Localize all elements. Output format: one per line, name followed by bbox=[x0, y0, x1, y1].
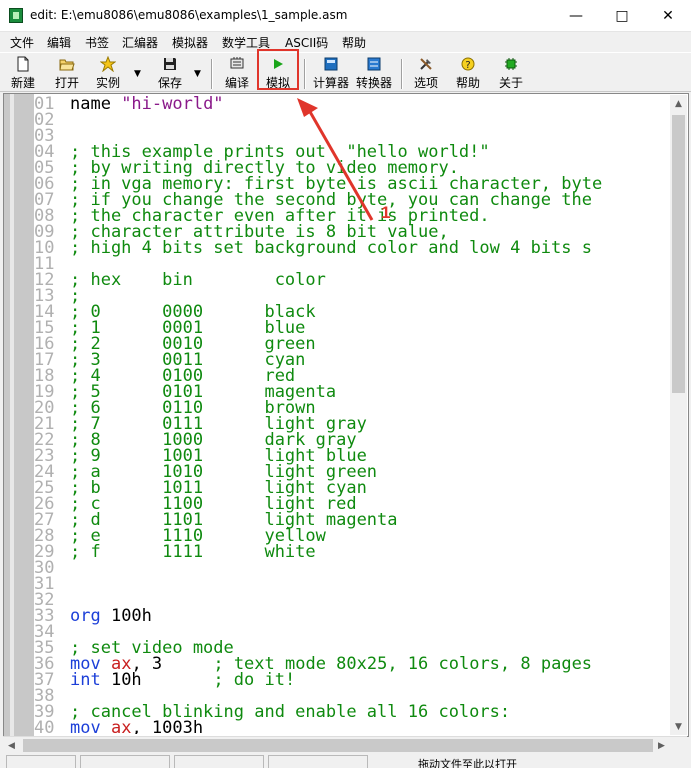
horizontal-scrollbar[interactable]: ◀ ▶ bbox=[3, 736, 687, 753]
code-token: ; high 4 bits set background color and l… bbox=[70, 238, 592, 258]
save-button[interactable]: 保存 bbox=[155, 55, 185, 91]
new-file-icon bbox=[17, 56, 29, 72]
status-cell bbox=[6, 755, 76, 768]
line-number: 40 bbox=[34, 718, 55, 735]
minimize-button[interactable]: — bbox=[553, 0, 599, 32]
compile-label: 编译 bbox=[224, 76, 249, 90]
emulate-highlight-box bbox=[257, 49, 299, 90]
status-cell bbox=[174, 755, 264, 768]
menu-assembler[interactable]: 汇编器 bbox=[122, 34, 158, 51]
options-label: 选项 bbox=[413, 76, 438, 90]
code-line[interactable]: 40 mov ax, 1003h bbox=[34, 718, 672, 735]
toolbar: 新建 打开 实例 ▼ 保存 ▼ 编译 模拟 计算器 转换器 选项 ? 帮助 关于 bbox=[0, 52, 691, 92]
code-line[interactable]: 10; high 4 bits set background color and… bbox=[34, 238, 672, 258]
code-line[interactable]: 31 bbox=[34, 576, 672, 593]
editor-gutter bbox=[4, 94, 34, 736]
code-line[interactable]: 02 bbox=[34, 112, 672, 129]
code-line[interactable]: 33 org 100h bbox=[34, 606, 672, 626]
menu-bookmarks[interactable]: 书签 bbox=[85, 34, 109, 51]
new-button[interactable]: 新建 bbox=[8, 55, 38, 91]
about-button[interactable]: 关于 bbox=[496, 55, 526, 91]
help-label: 帮助 bbox=[455, 76, 480, 90]
converter-button[interactable]: 转换器 bbox=[355, 55, 393, 91]
code-token: mov bbox=[70, 718, 101, 735]
about-label: 关于 bbox=[498, 76, 523, 90]
toolbar-separator bbox=[304, 59, 306, 89]
menu-file[interactable]: 文件 bbox=[10, 34, 34, 51]
star-icon bbox=[100, 56, 116, 72]
code-token: org bbox=[70, 606, 101, 626]
examples-label: 实例 bbox=[95, 76, 120, 90]
code-line[interactable]: 01 name "hi-world" bbox=[34, 96, 672, 113]
vertical-scroll-thumb[interactable] bbox=[672, 115, 685, 393]
maximize-button[interactable]: □ bbox=[599, 0, 645, 32]
calculator-icon bbox=[324, 57, 338, 71]
toolbar-separator bbox=[401, 59, 403, 89]
compile-button[interactable]: 编译 bbox=[222, 55, 252, 91]
menu-edit[interactable]: 编辑 bbox=[47, 34, 71, 51]
code-editor[interactable]: 01 name "hi-world" 02 03 04; this example pr… bbox=[3, 93, 689, 737]
title-bar: edit: E:\emu8086\emu8086\examples\1_samp… bbox=[0, 0, 691, 32]
code-token: ax bbox=[110, 718, 132, 735]
open-label: 打开 bbox=[54, 76, 79, 90]
svg-text:?: ? bbox=[465, 60, 470, 71]
code-token: 100h bbox=[100, 606, 152, 626]
annotation-number: 1 bbox=[381, 203, 391, 222]
save-label: 保存 bbox=[157, 76, 182, 90]
save-dropdown-icon[interactable]: ▼ bbox=[194, 69, 201, 79]
menu-help[interactable]: 帮助 bbox=[342, 34, 366, 51]
status-cell bbox=[80, 755, 170, 768]
menu-bar: 文件 编辑 书签 汇编器 模拟器 数学工具 ASCII码 帮助 bbox=[0, 32, 691, 52]
vertical-scrollbar[interactable]: ▲ ▼ bbox=[670, 95, 687, 735]
chip-icon bbox=[505, 58, 517, 70]
code-line[interactable]: 12; hex bin color bbox=[34, 270, 672, 290]
code-token: 10h bbox=[100, 670, 214, 690]
status-cell bbox=[268, 755, 368, 768]
help-icon: ? bbox=[461, 57, 475, 71]
code-line[interactable]: 37 int 10h ; do it! bbox=[34, 670, 672, 690]
scroll-down-icon[interactable]: ▼ bbox=[670, 718, 687, 735]
close-button[interactable]: ✕ bbox=[645, 0, 691, 32]
code-area[interactable]: 01 name "hi-world" 02 03 04; this example pr… bbox=[34, 96, 672, 734]
horizontal-scroll-thumb[interactable] bbox=[23, 739, 653, 752]
calculator-button[interactable]: 计算器 bbox=[312, 55, 350, 91]
options-button[interactable]: 选项 bbox=[411, 55, 441, 91]
help-button[interactable]: ? 帮助 bbox=[453, 55, 483, 91]
code-token: ; do it! bbox=[213, 670, 296, 690]
tools-icon bbox=[420, 58, 432, 70]
code-token: ; hex bin color bbox=[70, 270, 326, 290]
menu-emulator[interactable]: 模拟器 bbox=[172, 34, 208, 51]
status-text: 拖动文件至此以打开 bbox=[418, 758, 517, 768]
code-token: int bbox=[70, 670, 101, 690]
converter-icon bbox=[367, 57, 381, 71]
scroll-left-icon[interactable]: ◀ bbox=[3, 737, 20, 754]
calculator-label: 计算器 bbox=[312, 76, 349, 90]
open-folder-icon bbox=[59, 59, 75, 71]
code-line[interactable]: 29; f 1111 white bbox=[34, 542, 672, 562]
toolbar-separator bbox=[211, 59, 213, 89]
floppy-disk-icon bbox=[164, 58, 176, 70]
status-bar: 拖动文件至此以打开 bbox=[0, 754, 691, 768]
examples-button[interactable]: 实例 bbox=[93, 55, 123, 91]
examples-dropdown-icon[interactable]: ▼ bbox=[134, 69, 141, 79]
window-title: edit: E:\emu8086\emu8086\examples\1_samp… bbox=[30, 8, 348, 22]
open-button[interactable]: 打开 bbox=[52, 55, 82, 91]
converter-label: 转换器 bbox=[355, 76, 392, 90]
new-label: 新建 bbox=[10, 76, 35, 90]
scroll-right-icon[interactable]: ▶ bbox=[653, 737, 670, 754]
code-token: ; f 1111 white bbox=[70, 542, 316, 562]
scroll-up-icon[interactable]: ▲ bbox=[670, 95, 687, 112]
code-token: , 1003h bbox=[131, 718, 204, 735]
code-line[interactable]: 30 bbox=[34, 560, 672, 577]
app-icon bbox=[9, 8, 23, 23]
compile-icon bbox=[230, 57, 244, 69]
